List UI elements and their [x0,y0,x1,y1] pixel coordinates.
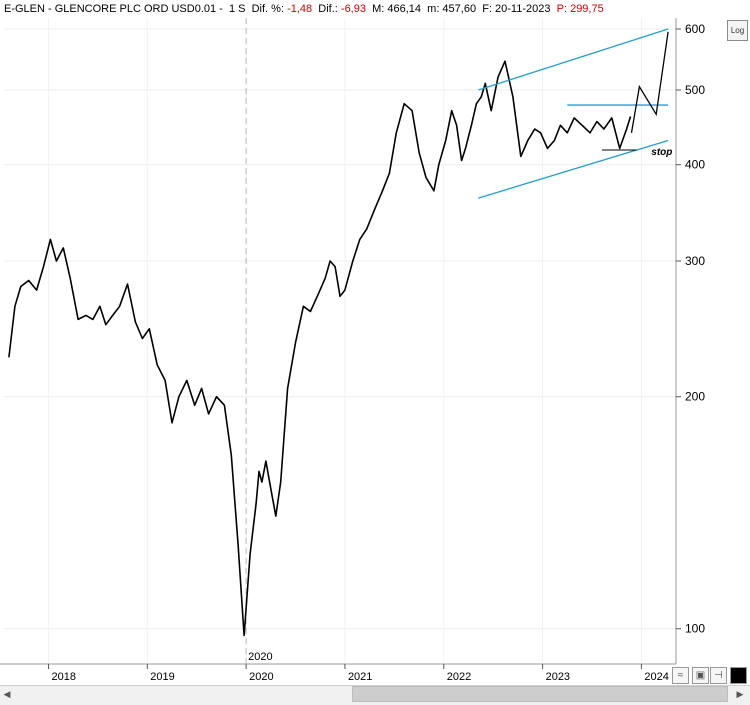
series [8,60,632,637]
y-tick-label: 600 [685,22,705,36]
save-icon[interactable]: ▣ [692,667,709,684]
scroll-left-icon[interactable]: ◀ [0,686,14,702]
price-line [8,60,632,637]
projection-line [630,31,669,133]
axes: 100 200 300 400 500 600 2018 2019 2020 2021 2022 20… [0,18,705,683]
annotations: stop [478,28,672,199]
x-tick-label: 2022 [447,671,471,683]
channel-lower-line [478,139,669,199]
y-tick-label: 400 [685,158,705,172]
y-tick-label: 500 [685,83,705,97]
price-chart: 100 200 300 400 500 600 2018 2019 2020 2021 2022 20… [0,18,705,683]
channel-upper-line [478,28,669,91]
x-tick-label: 2024 [644,671,668,683]
pin-icon[interactable]: ⊣ [710,667,727,684]
grid [4,18,676,664]
zoom-toggle-icon[interactable]: ≈ [672,667,689,684]
scroll-right-icon[interactable]: ▶ [733,686,747,702]
x-tick-label: 2021 [348,671,372,683]
y-tick-label: 200 [685,390,705,404]
color-square-icon[interactable] [730,667,747,684]
x-tick-label: 2020 [249,671,273,683]
stop-label: stop [651,147,672,158]
x-tick-label: 2019 [150,671,174,683]
y-tick-label: 100 [685,622,705,636]
x-tick-label: 2023 [546,671,570,683]
year-marker-label: 2020 [248,651,272,663]
y-tick-label: 300 [685,254,705,268]
x-tick-label: 2018 [51,671,75,683]
scroll-thumb[interactable] [352,686,728,702]
